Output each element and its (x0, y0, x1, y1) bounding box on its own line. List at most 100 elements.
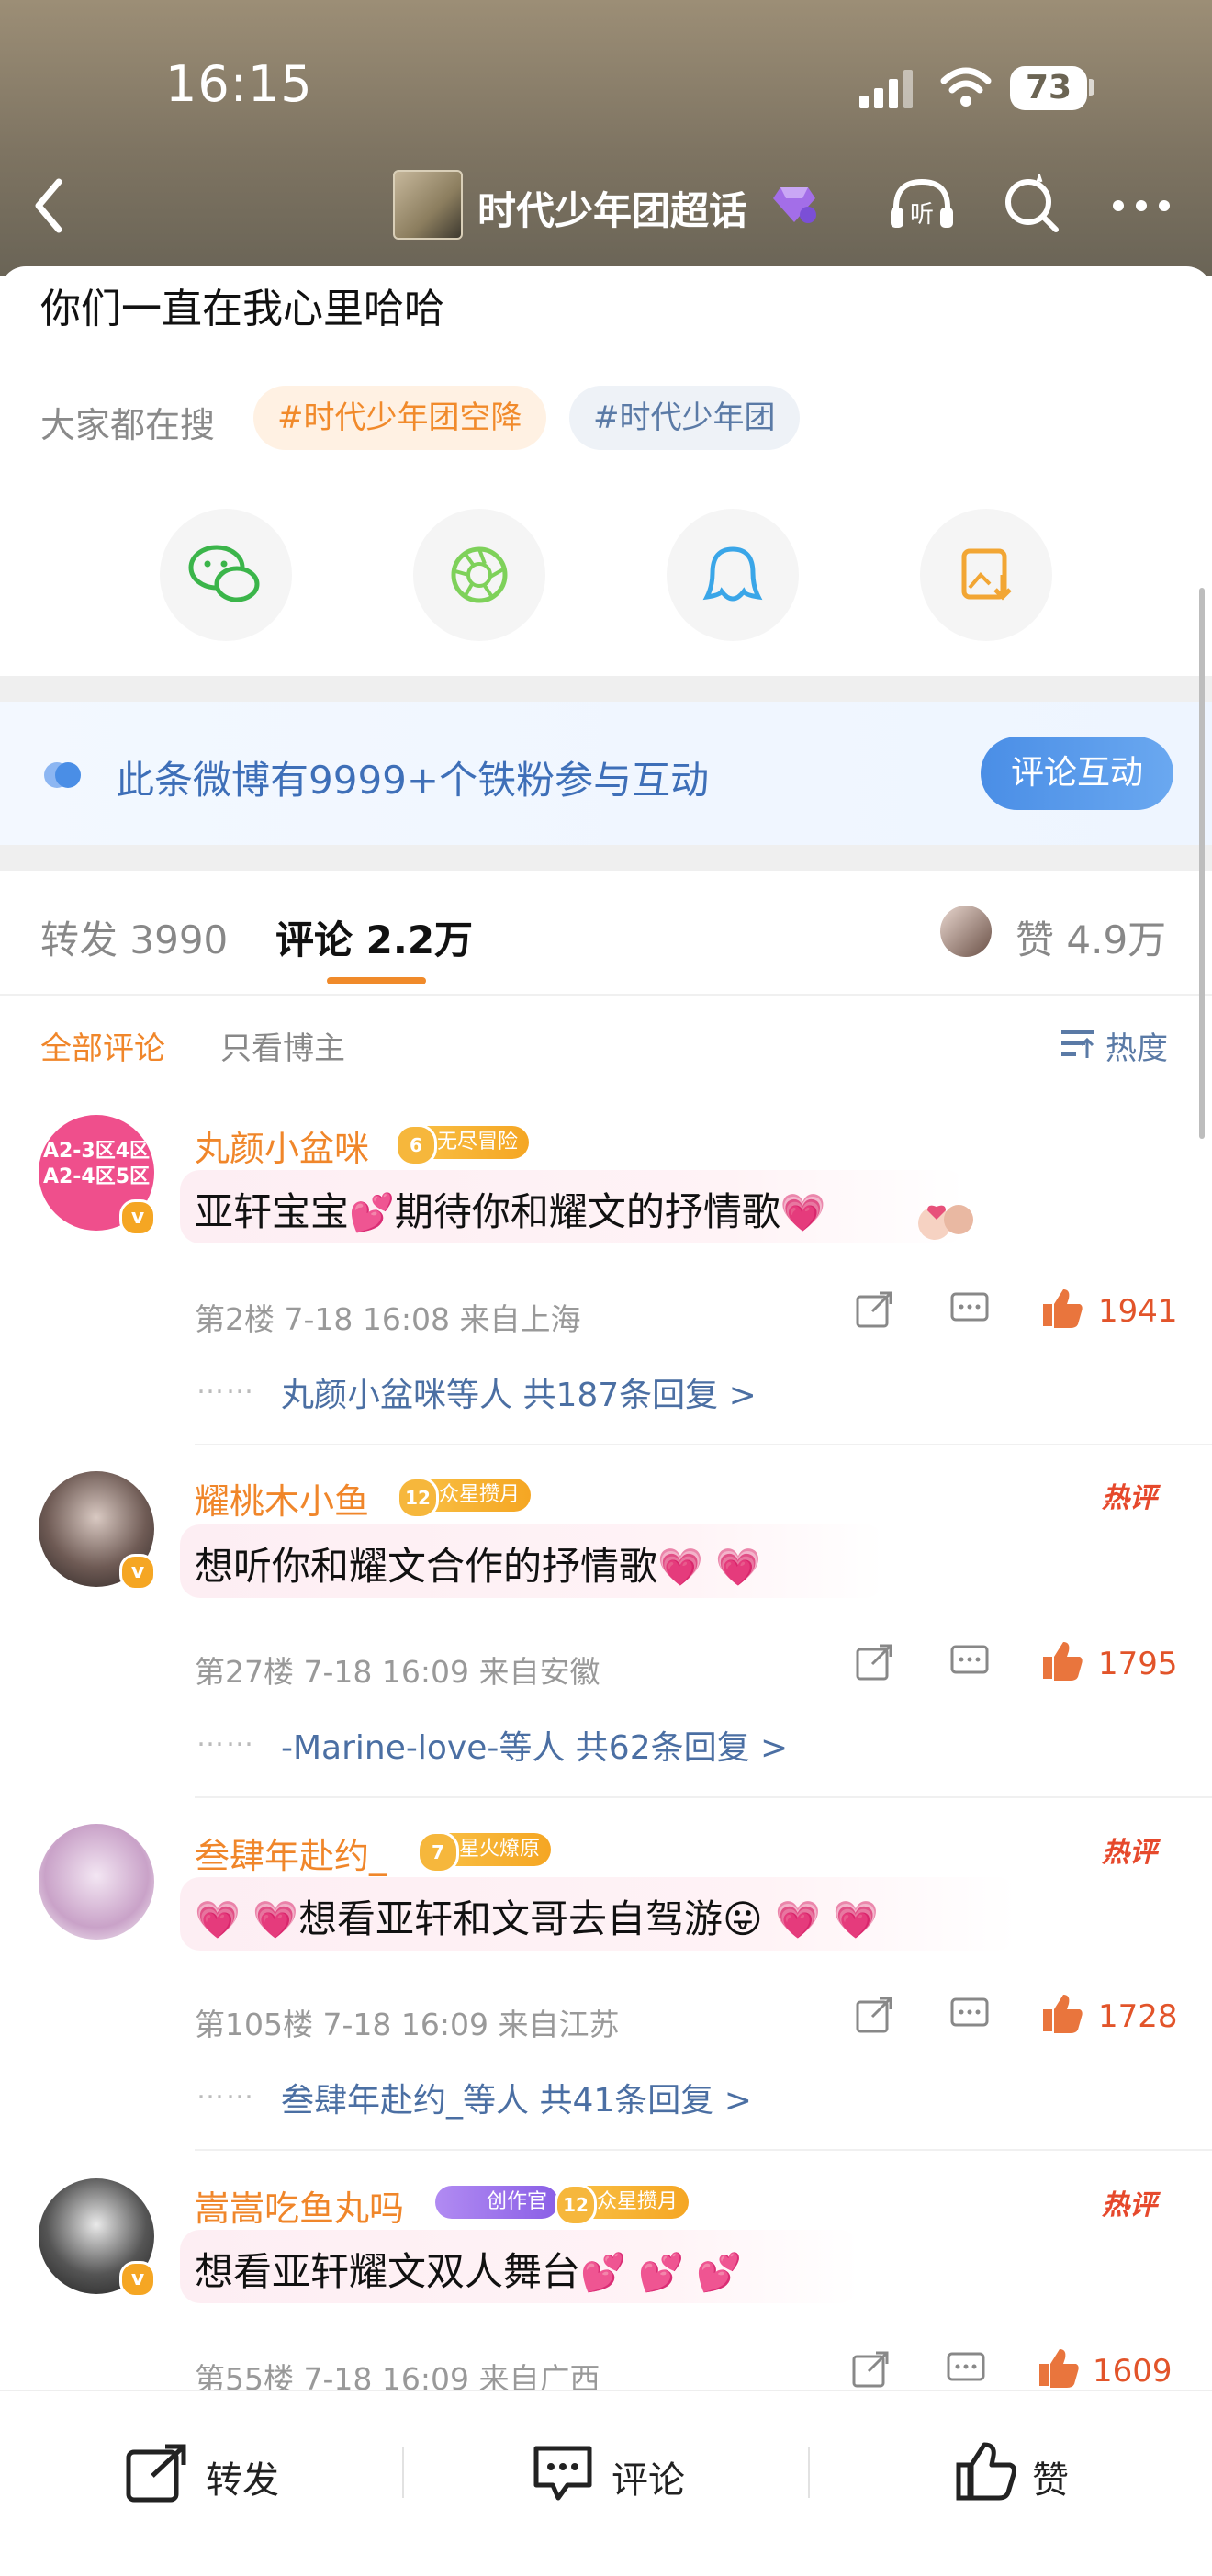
moments-icon (451, 546, 508, 603)
reply-users: 叁肆年赴约_等人 (281, 2082, 530, 2120)
like-button[interactable]: 赞 (1032, 2450, 1069, 2503)
supertopic-avatar (393, 170, 463, 240)
hot-comment-badge: 热评 (1102, 1837, 1157, 1869)
divider (195, 1444, 1212, 1445)
creator-badge-label: 创作官 (487, 2190, 548, 2213)
comment-icon[interactable] (531, 2443, 595, 2503)
reply-dots: …… (196, 1368, 255, 1400)
sort-hot[interactable]: 热度 (1105, 1023, 1168, 1068)
comment-text: 亚轩宝宝💕期待你和耀文的抒情歌💗 (195, 1181, 826, 1237)
liker-avatar[interactable] (940, 906, 992, 957)
save-image-icon (961, 548, 1012, 601)
like-icon[interactable] (1036, 2345, 1082, 2390)
comment-username[interactable]: 耀桃木小鱼 (195, 1473, 369, 1524)
comment-username[interactable]: 嵩嵩吃鱼丸吗 (195, 2180, 404, 2231)
repost-button[interactable]: 转发 (206, 2450, 279, 2503)
reply-icon[interactable] (949, 1997, 990, 2033)
svg-text:听: 听 (910, 201, 934, 229)
tab-comment[interactable]: 评论 2.2万 (275, 909, 473, 965)
comment-username[interactable]: 丸颜小盆咪 (195, 1120, 369, 1171)
reply-icon[interactable] (949, 1291, 990, 1328)
tab-like-count: 4.9万 (1066, 917, 1167, 962)
tab-comment-label: 评论 (275, 917, 354, 962)
comment-interact-button[interactable]: 评论互动 (981, 737, 1173, 810)
comment-text-part: 想看亚轩和文哥去自驾游 (297, 1896, 723, 1941)
fans-icon (44, 762, 81, 788)
trending-tag[interactable]: #时代少年团 (569, 386, 800, 450)
reply-thread-link[interactable]: 叁肆年赴约_等人 共41条回复 > (281, 2074, 752, 2121)
like-outline-icon[interactable] (955, 2439, 1019, 2503)
comment-text: 想听你和耀文合作的抒情歌💗 💗 (195, 1535, 761, 1592)
tongue-emoji-icon: 😛 (723, 1896, 763, 1941)
divider (195, 1796, 1212, 1798)
divider (808, 2447, 810, 2498)
two-hearts-icon: 💕 (696, 2252, 743, 2294)
more-icon[interactable] (1109, 197, 1173, 215)
reply-count: 共187条回复 > (522, 1377, 757, 1414)
two-hearts-icon: 💕 (349, 1192, 395, 1234)
tab-like[interactable]: 赞 4.9万 (1016, 909, 1166, 965)
fan-level: 12 (397, 1477, 439, 1519)
comment-text-part: 亚轩宝宝 (195, 1189, 350, 1234)
filter-all-comments[interactable]: 全部评论 (40, 1023, 165, 1068)
fan-badge-label: 众星攒月 (597, 2190, 679, 2213)
comment-username[interactable]: 叁肆年赴约_ (195, 1828, 387, 1878)
heart-icon: 💗 (775, 1899, 821, 1941)
page-title[interactable]: 时代少年团超话 (477, 180, 747, 236)
reply-icon[interactable] (946, 2351, 986, 2388)
comment-meta: 第105楼 7-18 16:09 来自江苏 (195, 2007, 620, 2042)
share-icon[interactable] (850, 2349, 891, 2390)
share-icon[interactable] (854, 1642, 894, 1682)
filter-author-only[interactable]: 只看博主 (220, 1023, 345, 1068)
like-icon[interactable] (1039, 1286, 1085, 1330)
heart-icon: 💗 (780, 1192, 826, 1234)
fans-banner-text: 此条微博有9999+个铁粉参与互动 (116, 758, 710, 803)
section-divider (0, 676, 1212, 702)
share-qq-button[interactable] (667, 509, 799, 641)
sort-icon[interactable] (1060, 1027, 1096, 1062)
reply-count: 共62条回复 > (575, 1729, 789, 1767)
comment-text-part: 想看亚轩耀文双人舞台 (195, 2249, 581, 2294)
reply-thread-link[interactable]: -Marine-love-等人 共62条回复 > (281, 1721, 788, 1769)
tab-comment-count: 2.2万 (365, 917, 474, 962)
divider (195, 2149, 1212, 2151)
wifi-icon (940, 67, 992, 107)
comment-text: 💗 💗想看亚轩和文哥去自驾游😛 💗 💗 (195, 1888, 879, 1944)
back-icon[interactable] (31, 176, 68, 235)
fan-level: 7 (417, 1831, 459, 1873)
share-moments-button[interactable] (413, 509, 545, 641)
tab-repost[interactable]: 转发 3990 (40, 909, 228, 965)
trending-tag[interactable]: #时代少年团空降 (253, 386, 546, 450)
verified-badge: v (119, 1199, 156, 1236)
comment-button[interactable]: 评论 (612, 2450, 685, 2503)
share-icon[interactable] (854, 1289, 894, 1330)
tab-active-indicator (327, 977, 426, 984)
repost-icon[interactable] (125, 2443, 189, 2503)
tab-repost-count: 3990 (129, 917, 229, 962)
reply-count: 共41条回复 > (539, 2082, 752, 2120)
comment-text-part: 想听你和耀文合作的抒情歌 (195, 1544, 658, 1589)
reply-thread-link[interactable]: 丸颜小盆咪等人 共187条回复 > (281, 1368, 757, 1416)
verified-badge: v (119, 2261, 156, 2298)
reply-dots: …… (196, 2074, 255, 2106)
like-icon[interactable] (1039, 1638, 1085, 1682)
comment-text: 想看亚轩耀文双人舞台💕 💕 💕 (195, 2241, 742, 2297)
fan-badge-label: 众星攒月 (439, 1483, 521, 1506)
status-time: 16:15 (165, 55, 313, 113)
battery-indicator: 73 (1010, 66, 1087, 110)
comment-text-part: 期待你和耀文的抒情歌 (394, 1189, 780, 1234)
search-icon[interactable] (1001, 174, 1065, 235)
avatar[interactable] (39, 1824, 154, 1940)
reply-icon[interactable] (949, 1644, 990, 1681)
listen-icon[interactable]: 听 (885, 173, 959, 237)
heart-icon: 💗 (252, 1899, 298, 1941)
like-icon[interactable] (1039, 1991, 1085, 2035)
comment-meta: 第27楼 7-18 16:09 来自安徽 (195, 1654, 600, 1690)
heart-icon: 💗 (195, 1899, 241, 1941)
save-image-button[interactable] (920, 509, 1052, 641)
share-icon[interactable] (854, 1995, 894, 2035)
avatar-caption: A2-3区4区 A2-4区5区 (42, 1140, 151, 1188)
scrollbar[interactable] (1199, 588, 1205, 1139)
share-wechat-button[interactable] (160, 509, 292, 641)
heart-icon: 💗 (657, 1547, 703, 1589)
